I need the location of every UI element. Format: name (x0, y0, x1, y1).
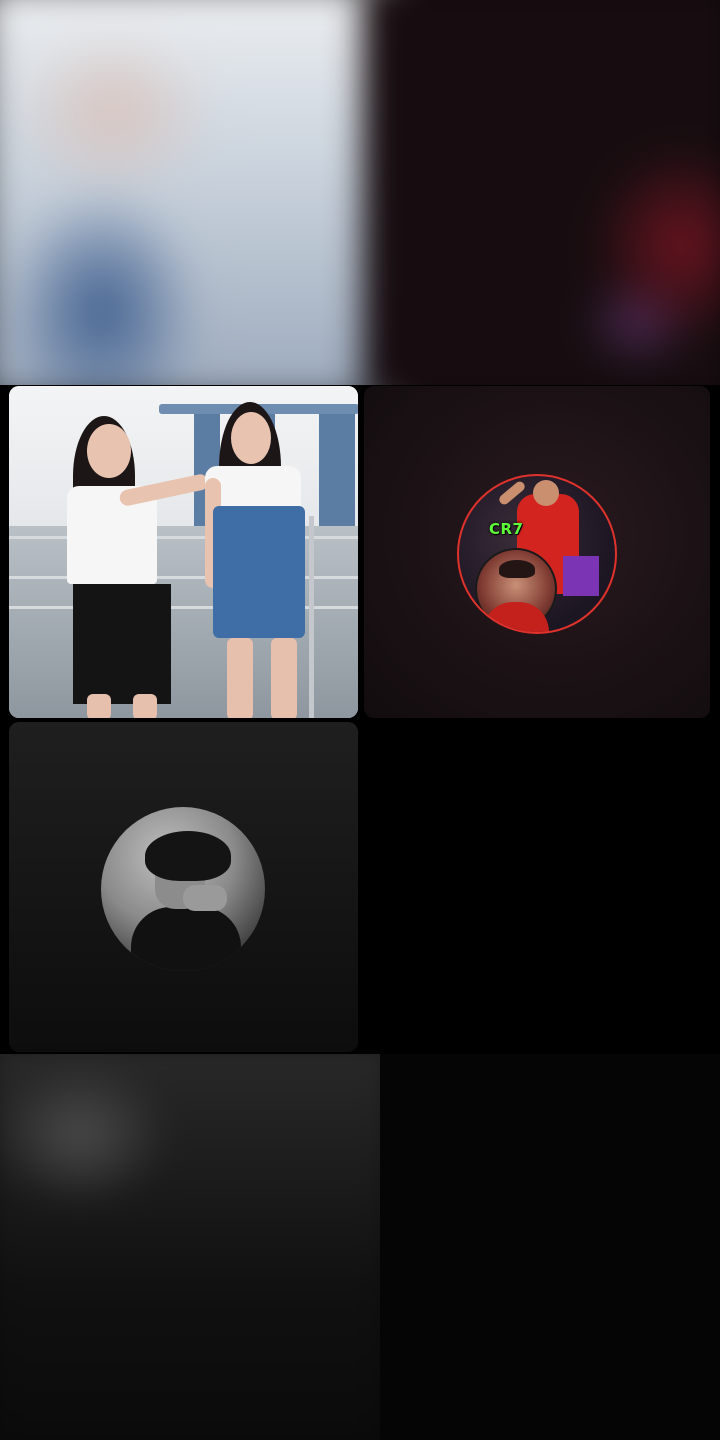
video-feed-bottom-left (0, 1054, 399, 1440)
video-feed-top[interactable] (0, 0, 720, 385)
avatar-text: CR7 (489, 520, 524, 538)
video-feed-top-left (0, 0, 399, 385)
participant-video-image (9, 386, 358, 718)
video-feed-bottom-right (380, 1054, 720, 1440)
video-feed-top-right (363, 0, 720, 385)
participant-tile-avatar[interactable] (9, 722, 358, 1052)
participant-tile-video[interactable] (9, 386, 358, 718)
participant-avatar: CR7 (457, 474, 617, 634)
video-feed-bottom[interactable] (0, 1054, 720, 1440)
call-screen: CR7 (0, 0, 720, 1440)
avatar-inset-photo (475, 548, 557, 632)
participant-tile-avatar[interactable]: CR7 (364, 386, 710, 718)
participant-avatar (101, 807, 265, 971)
